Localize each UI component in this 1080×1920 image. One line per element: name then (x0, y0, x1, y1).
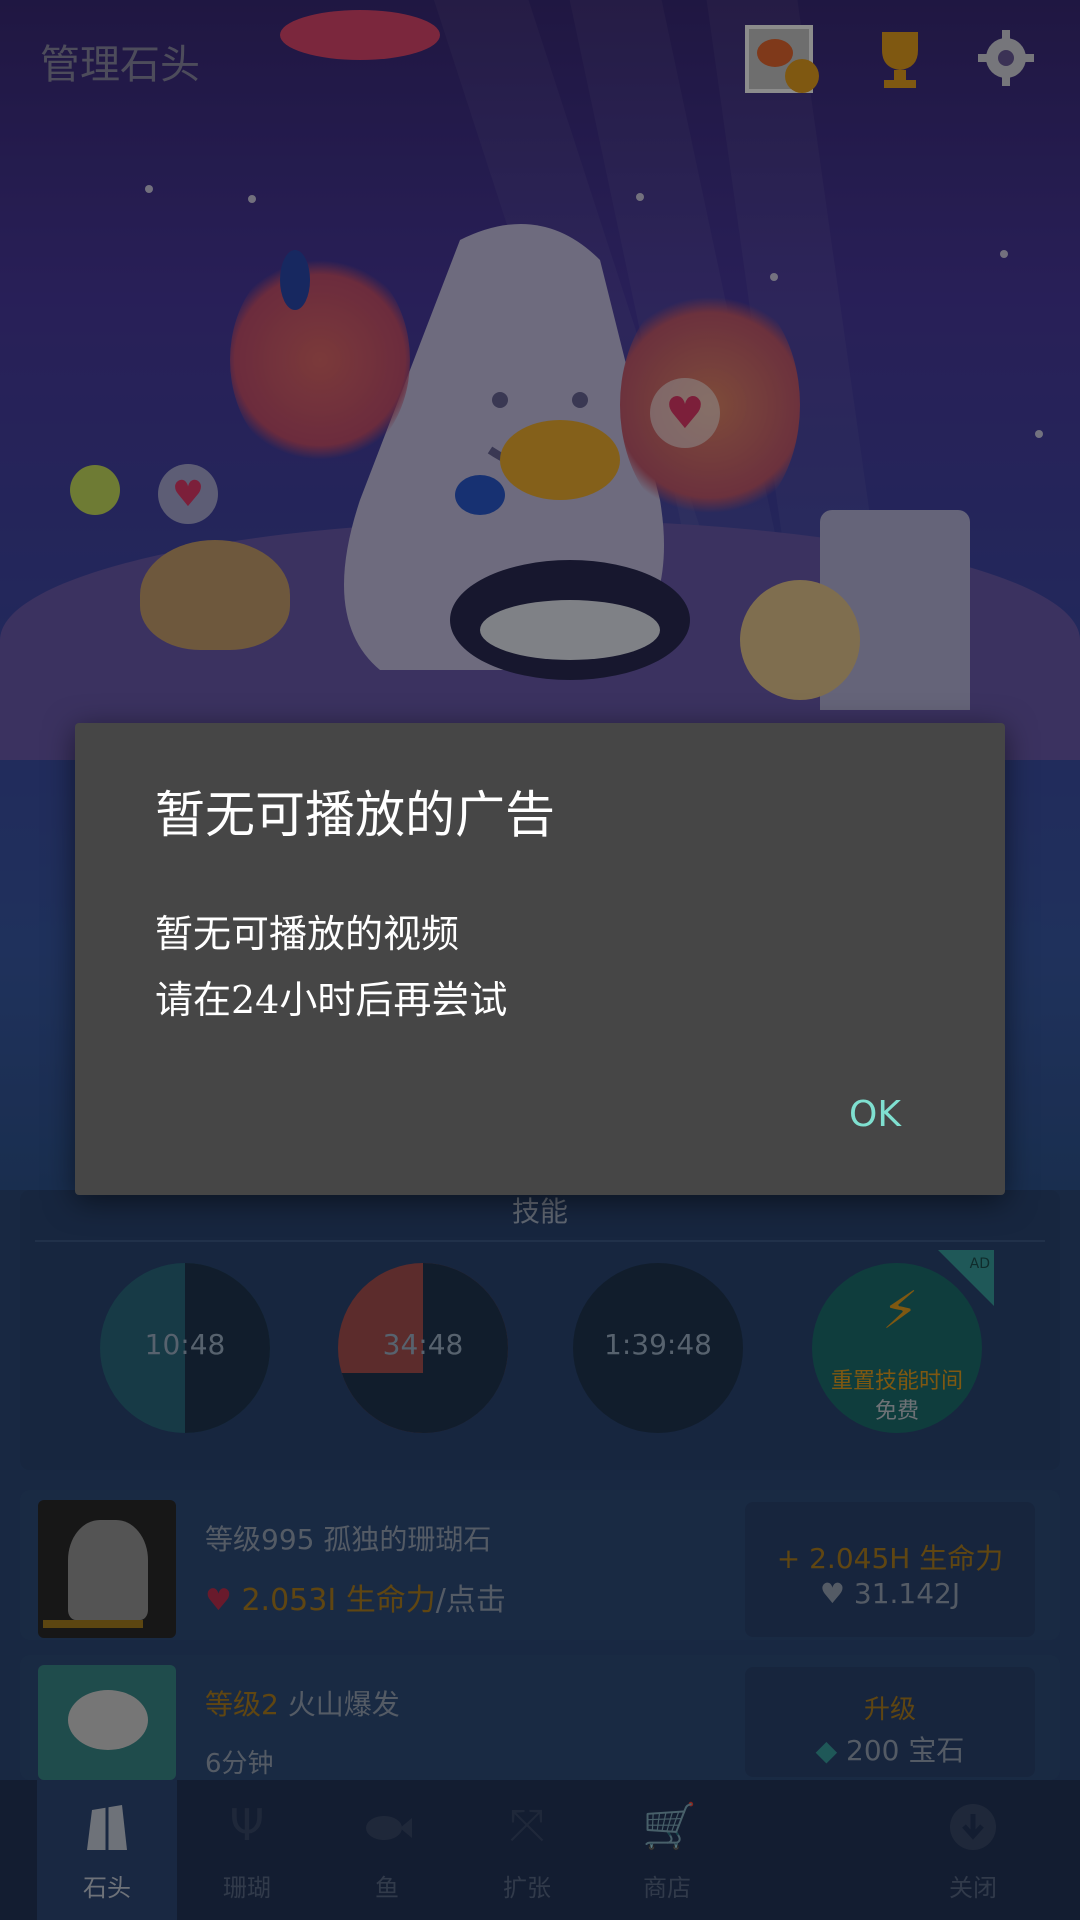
dialog-title: 暂无可播放的广告 (155, 786, 555, 844)
dialog-message: 请在24小时后再尝试 (155, 978, 508, 1022)
dialog-message: 暂无可播放的视频 (155, 912, 460, 956)
no-ad-dialog: 暂无可播放的广告 暂无可播放的视频 请在24小时后再尝试 OK (75, 723, 1005, 1195)
ok-button[interactable]: OK (835, 1088, 915, 1141)
